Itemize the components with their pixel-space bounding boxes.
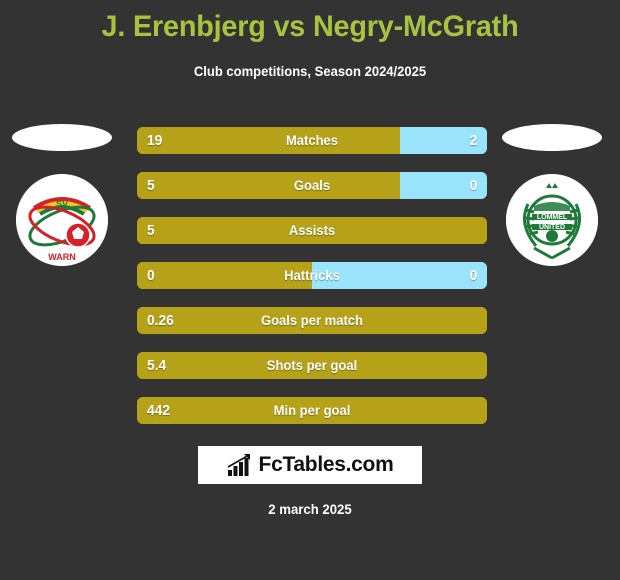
stats-list: 19 Matches 2 5 Goals 0 5 Assists 0 Hattricks 0 0.26… <box>137 127 487 442</box>
stat-row: 442 Min per goal <box>137 397 487 424</box>
stat-comparison-page: J. Erenbjerg vs Negry-McGrath Club compe… <box>0 0 620 580</box>
page-subtitle: Club competitions, Season 2024/2025 <box>193 63 427 79</box>
stat-label: Min per goal <box>273 402 351 418</box>
stat-label: Matches <box>285 132 339 148</box>
svg-text:WARN: WARN <box>48 252 76 262</box>
fctables-logo[interactable]: FcTables.com <box>198 446 422 484</box>
stat-row: 5.4 Shots per goal <box>137 352 487 379</box>
left-team-crest: SV WARN <box>16 174 108 266</box>
right-team-crest: LOMMEL UNITED <box>506 174 598 266</box>
stat-value-right: 0 <box>469 267 477 284</box>
left-team-banner <box>12 124 112 151</box>
stat-value-right: 0 <box>469 177 477 194</box>
lommel-united-crest-icon: LOMMEL UNITED <box>506 174 598 266</box>
page-title: J. Erenbjerg vs Negry-McGrath <box>101 10 519 43</box>
stat-row: 5 Assists <box>137 217 487 244</box>
svg-text:UNITED: UNITED <box>539 224 565 231</box>
report-date: 2 march 2025 <box>268 501 352 517</box>
bar-chart-icon <box>227 454 250 476</box>
stat-label: Goals <box>293 177 331 193</box>
right-team-banner <box>502 124 602 151</box>
stat-label: Hattricks <box>284 267 340 283</box>
svg-text:LOMMEL: LOMMEL <box>537 214 568 221</box>
svg-text:SV: SV <box>56 199 68 209</box>
fctables-logo-text: FcTables.com <box>258 453 394 476</box>
stat-row: 0 Hattricks 0 <box>137 262 487 289</box>
stat-label: Assists <box>288 222 336 238</box>
stat-row: 0.26 Goals per match <box>137 307 487 334</box>
stat-label: Goals per match <box>260 312 364 328</box>
sv-warnemuende-crest-icon: SV WARN <box>16 174 108 266</box>
stat-value-right: 2 <box>469 132 477 149</box>
stat-label: Shots per goal <box>266 357 358 373</box>
stat-row: 19 Matches 2 <box>137 127 487 154</box>
stat-row: 5 Goals 0 <box>137 172 487 199</box>
